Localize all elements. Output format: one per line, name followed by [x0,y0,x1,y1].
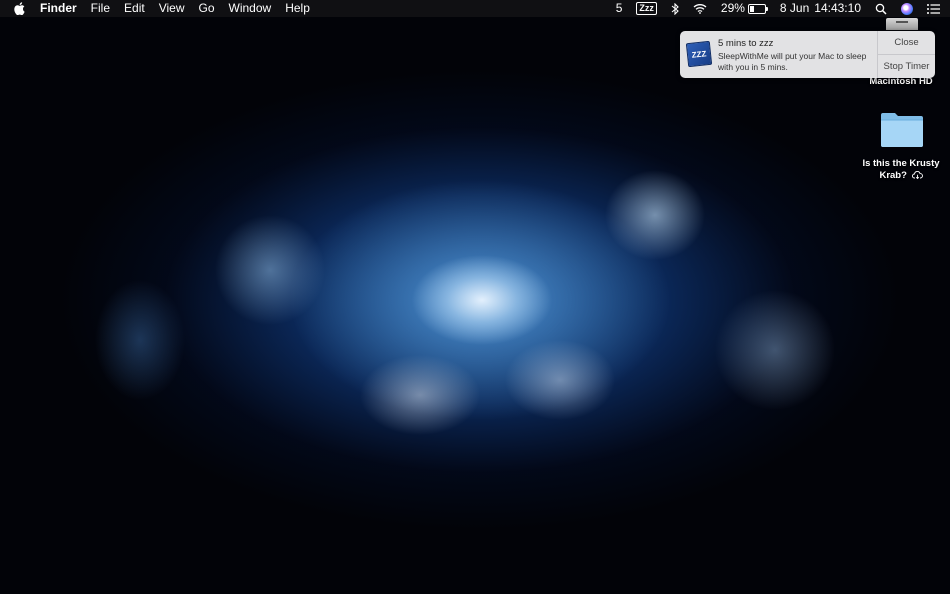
desktop-icon-folder[interactable]: Is this the Krusty Krab? [856,158,946,182]
stop-timer-button[interactable]: Stop Timer [878,55,935,78]
icloud-download-icon [911,171,923,180]
hard-drive-icon[interactable] [886,18,918,30]
app-icon-text: ZZZ [691,48,707,60]
bluetooth-icon[interactable] [671,2,679,15]
apple-menu-icon[interactable] [14,2,25,15]
spotlight-search-icon[interactable] [875,3,887,15]
notification-banner[interactable]: ZZZ 5 mins to zzz SleepWithMe will put y… [680,31,935,78]
menu-bar: Finder File Edit View Go Window Help 5 Z… [0,0,950,17]
menu-app-finder[interactable]: Finder [40,0,77,17]
sleepwithme-menu-icon[interactable]: Zzz [636,2,657,15]
folder-label: Is this the Krusty Krab? [862,158,940,181]
status-count[interactable]: 5 [616,0,623,17]
menu-file[interactable]: File [91,0,110,17]
menu-help[interactable]: Help [285,0,310,17]
menu-view[interactable]: View [159,0,185,17]
menu-edit[interactable]: Edit [124,0,145,17]
notification-center-icon[interactable] [927,3,940,14]
desktop-wallpaper [0,0,950,594]
close-button[interactable]: Close [878,31,935,55]
wifi-icon[interactable] [693,3,707,14]
notification-title: 5 mins to zzz [718,38,774,49]
folder-icon[interactable] [880,111,924,148]
siri-icon[interactable] [901,2,913,15]
sleepwithme-icon-label: Zzz [636,2,657,15]
menu-go[interactable]: Go [199,0,215,17]
menu-window[interactable]: Window [229,0,272,17]
battery-status[interactable]: 29% [720,0,768,17]
sleepwithme-app-icon: ZZZ [685,40,713,68]
clock-time[interactable]: 14:43:10 [814,0,861,17]
battery-icon [747,3,768,14]
battery-percent: 29% [720,1,745,15]
notification-actions: Close Stop Timer [877,31,935,78]
clock-date[interactable]: 8 Jun [780,0,809,17]
notification-body: SleepWithMe will put your Mac to sleep w… [718,51,867,72]
